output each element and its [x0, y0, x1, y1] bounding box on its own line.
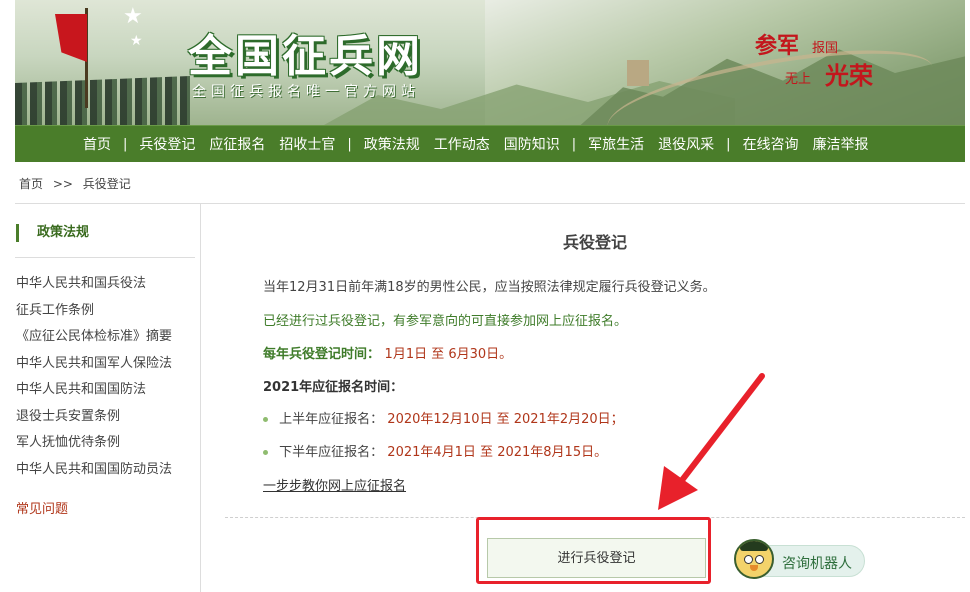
second-half-value: 2021年4月1日 至 2021年8月15日。	[387, 445, 608, 460]
marching-soldiers-graphic	[15, 76, 190, 125]
seal-text: 无上	[785, 72, 812, 87]
robot-avatar-icon[interactable]	[734, 539, 774, 579]
second-half-period: 下半年应征报名： 2021年4月1日 至 2021年8月15日。	[263, 441, 607, 460]
divider	[15, 257, 195, 258]
pointer-arrow-icon	[658, 373, 765, 510]
sidebar-item-veteran-placement[interactable]: 退役士兵安置条例	[16, 407, 172, 434]
sidebar-item-medical-standards[interactable]: 《应征公民体检标准》摘要	[16, 327, 172, 354]
intro-text: 当年12月31日前年满18岁的男性公民，应当按照法律规定履行兵役登记义务。	[263, 280, 716, 295]
main-nav: 首页 | 兵役登记 应征报名 招收士官 | 政策法规 工作动态 国防知识 | 军…	[15, 125, 965, 162]
red-flag-icon	[55, 14, 87, 62]
annual-label: 每年兵役登记时间：	[263, 347, 381, 362]
bullet-icon	[263, 450, 268, 455]
nav-separator: |	[123, 136, 128, 152]
annual-value: 1月1日 至 6月30日。	[384, 347, 513, 362]
divider	[15, 203, 965, 204]
consult-robot-label: 咨询机器人	[782, 556, 852, 572]
first-half-value: 2020年12月10日 至 2021年2月20日；	[387, 412, 624, 427]
nav-item-veterans[interactable]: 退役风采	[658, 134, 714, 154]
slogan-seal: 参军 报国 无上 光荣	[755, 28, 905, 90]
second-half-label: 下半年应征报名：	[279, 445, 384, 460]
wall-tower-graphic	[627, 60, 649, 86]
sidebar-item-defense-law[interactable]: 中华人民共和国国防法	[16, 380, 172, 407]
column-divider	[200, 204, 201, 592]
bullet-icon	[263, 417, 268, 422]
sidebar-list: 中华人民共和国兵役法 征兵工作条例 《应征公民体检标准》摘要 中华人民共和国军人…	[16, 274, 172, 486]
sidebar-item-insurance-law[interactable]: 中华人民共和国军人保险法	[16, 354, 172, 381]
nav-item-online-consult[interactable]: 在线咨询	[743, 134, 799, 154]
register-button[interactable]: 进行兵役登记	[487, 538, 706, 578]
nav-item-military-life[interactable]: 军旅生活	[588, 134, 644, 154]
seal-text: 参军	[755, 33, 800, 59]
grad-cap-icon	[740, 541, 768, 551]
nav-item-defense-knowledge[interactable]: 国防知识	[504, 134, 560, 154]
site-slogan: 全国征兵报名唯一官方网站	[192, 84, 420, 100]
online-note: 已经进行过兵役登记，有参军意向的可直接参加网上应征报名。	[263, 314, 628, 329]
first-half-period: 上半年应征报名： 2020年12月10日 至 2021年2月20日；	[263, 408, 624, 427]
dashed-divider	[225, 517, 965, 518]
breadcrumb-current: 兵役登记	[82, 177, 131, 191]
nav-separator: |	[726, 136, 731, 152]
breadcrumb-home[interactable]: 首页	[19, 177, 43, 191]
sidebar-item-pension-regulations[interactable]: 军人抚恤优待条例	[16, 433, 172, 460]
nav-item-report[interactable]: 廉洁举报	[813, 134, 869, 154]
nav-item-registration[interactable]: 兵役登记	[139, 134, 195, 154]
eye-icon	[755, 555, 764, 564]
first-half-label: 上半年应征报名：	[279, 412, 384, 427]
breadcrumb: 首页 >> 兵役登记	[19, 175, 137, 192]
sidebar-item-mobilization-law[interactable]: 中华人民共和国国防动员法	[16, 460, 172, 487]
nav-item-news[interactable]: 工作动态	[434, 134, 490, 154]
nav-item-nco-recruit[interactable]: 招收士官	[279, 134, 335, 154]
seal-text: 报国	[812, 41, 839, 56]
sidebar-item-military-service-law[interactable]: 中华人民共和国兵役法	[16, 274, 172, 301]
breadcrumb-separator: >>	[52, 177, 73, 191]
site-logo-title[interactable]: 全国征兵网	[188, 20, 423, 84]
sidebar-faq-link[interactable]: 常见问题	[16, 498, 68, 517]
nav-separator: |	[347, 136, 352, 152]
sidebar-item-conscription-regulations[interactable]: 征兵工作条例	[16, 301, 172, 328]
nav-item-enlistment[interactable]: 应征报名	[209, 134, 265, 154]
nav-separator: |	[571, 136, 577, 152]
eye-icon	[744, 555, 753, 564]
nav-item-policy[interactable]: 政策法规	[364, 134, 420, 154]
year-period-heading: 2021年应征报名时间：	[263, 380, 404, 395]
beak-icon	[750, 565, 758, 571]
site-banner: ★ ★ 全国征兵网 全国征兵报名唯一官方网站 参军 报国 无上 光荣	[15, 0, 965, 125]
star-icon: ★	[130, 33, 143, 49]
star-icon: ★	[123, 4, 143, 29]
annual-registration-period: 每年兵役登记时间： 1月1日 至 6月30日。	[263, 343, 512, 362]
guide-link[interactable]: 一步步教你网上应征报名	[263, 475, 406, 494]
page-title: 兵役登记	[562, 233, 627, 252]
nav-item-home[interactable]: 首页	[83, 134, 111, 154]
seal-text: 光荣	[825, 61, 873, 90]
sidebar-title: 政策法规	[16, 224, 89, 242]
